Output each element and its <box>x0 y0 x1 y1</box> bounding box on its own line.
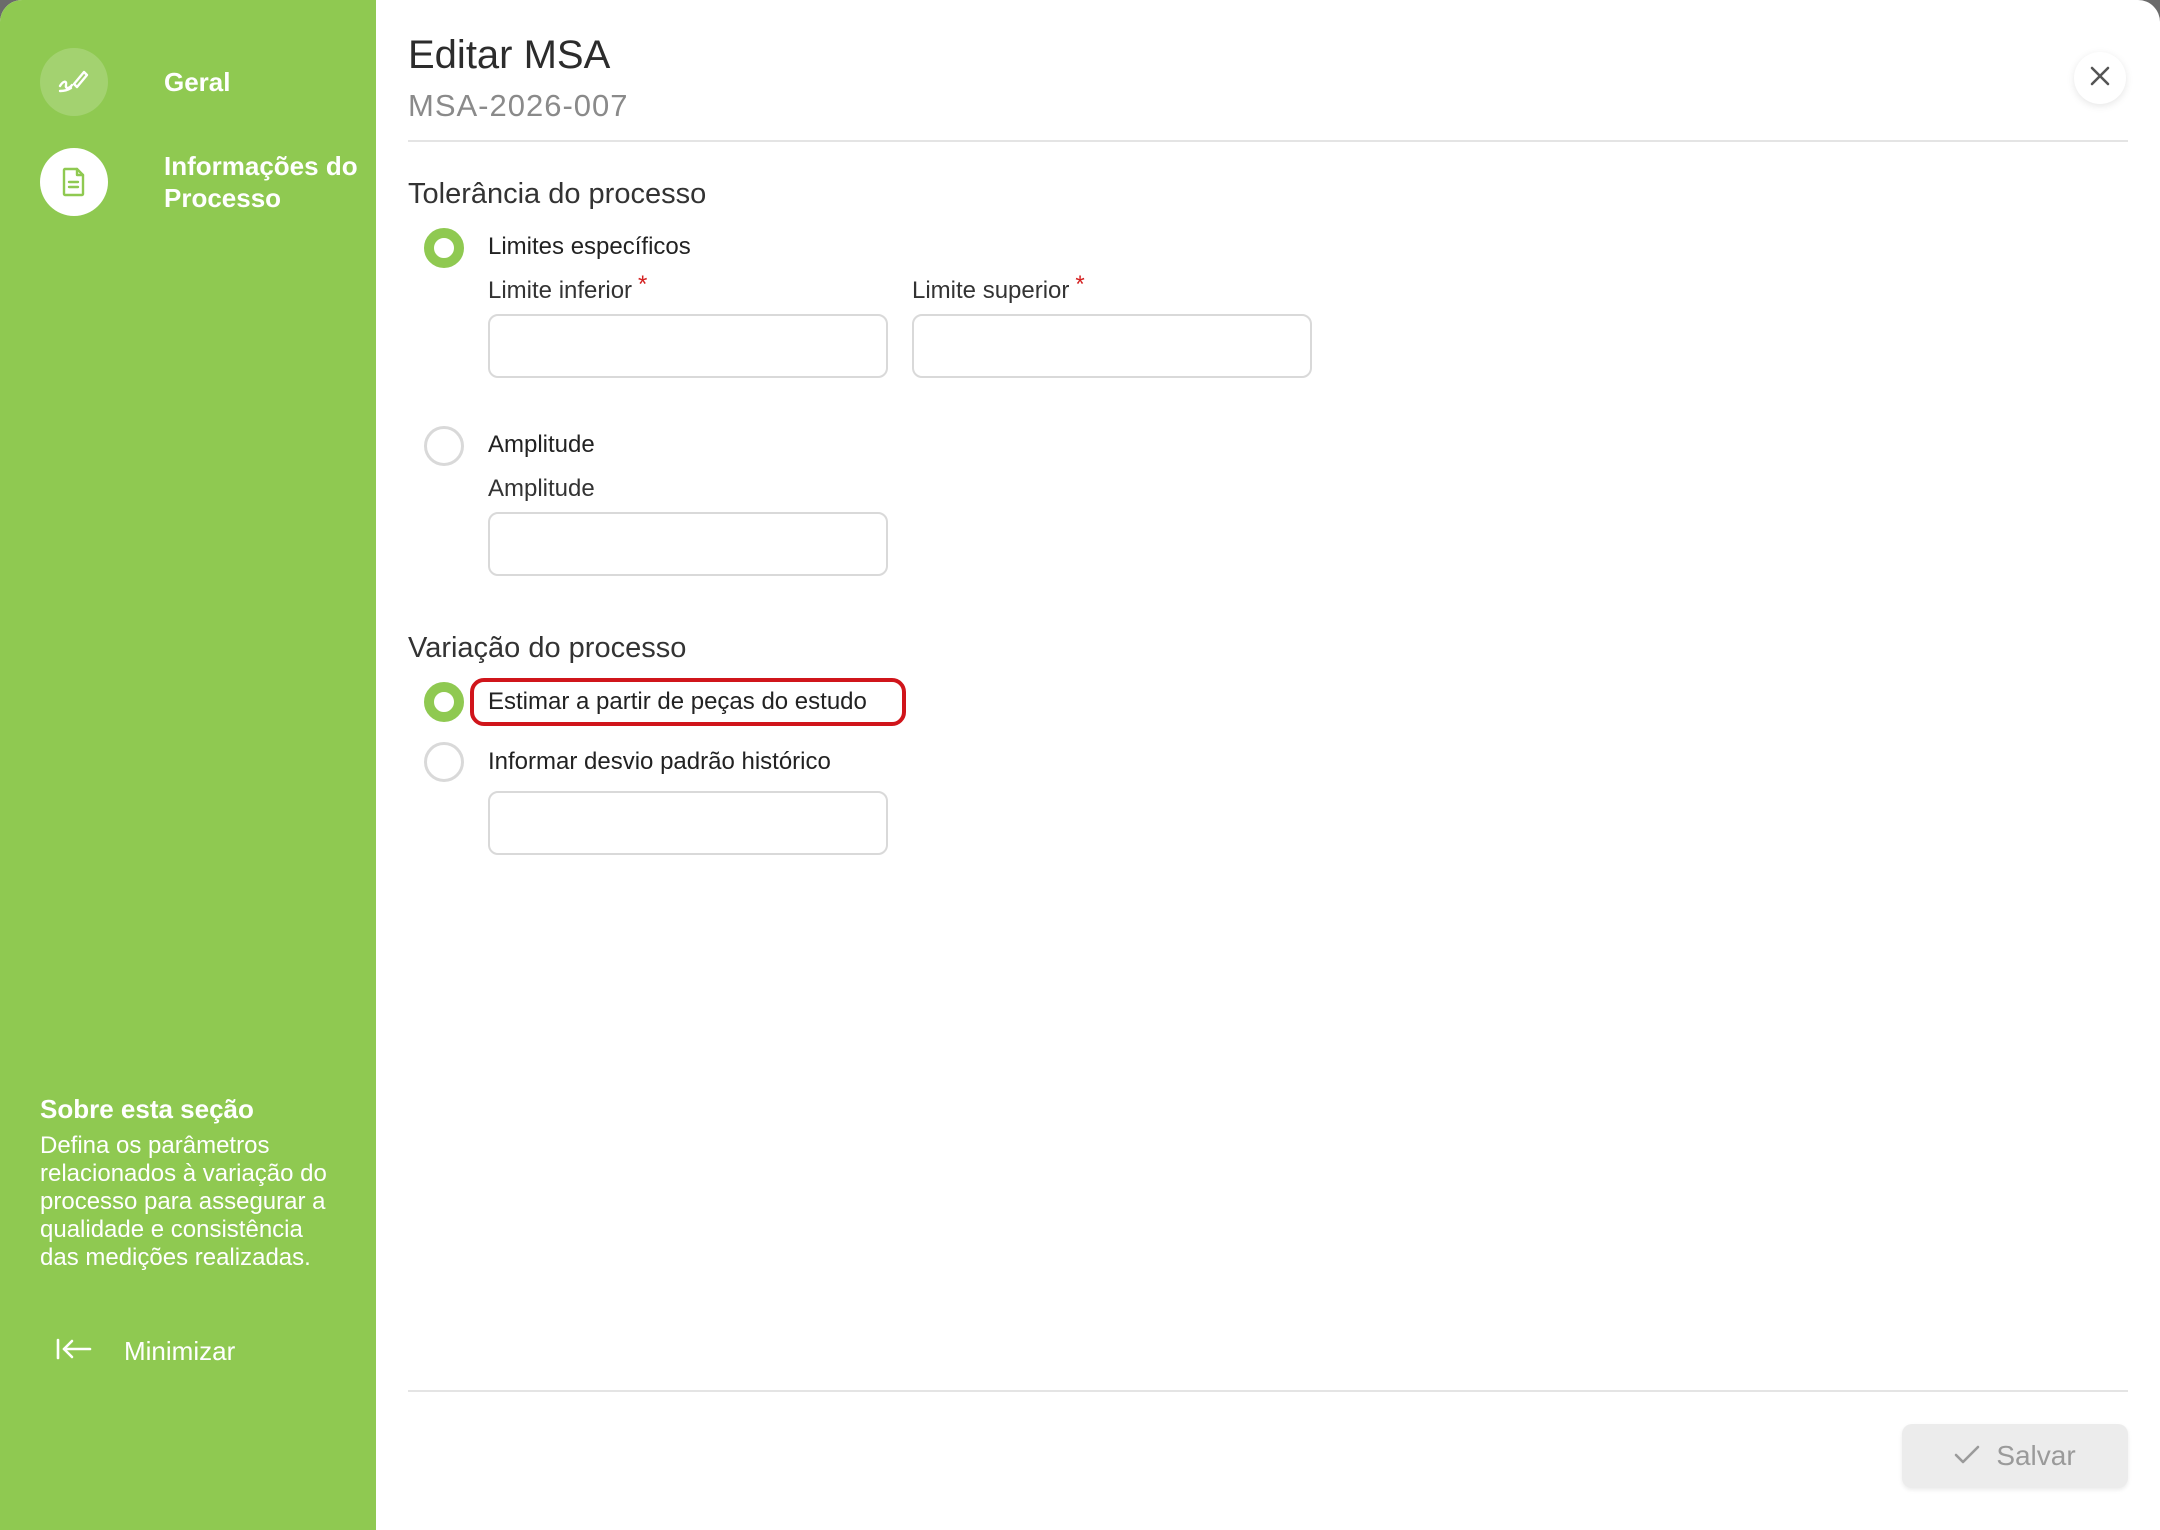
radio-historical-std-label: Informar desvio padrão histórico <box>488 748 831 775</box>
save-label: Salvar <box>1996 1440 2076 1471</box>
page-subtitle: MSA-2026-007 <box>408 88 629 123</box>
radio-amplitude-label: Amplitude <box>488 431 595 458</box>
upper-limit-label: Limite superior * <box>912 271 1085 307</box>
upper-limit-input[interactable] <box>912 314 1312 378</box>
lower-limit-input[interactable] <box>488 314 888 378</box>
save-button[interactable]: Salvar <box>1902 1424 2128 1488</box>
main-content: Editar MSA MSA-2026-007 Tolerância do pr… <box>376 0 2160 1530</box>
sidebar-item-informacoes-do-processo[interactable]: Informações do Processo <box>40 148 384 216</box>
about-text: Defina os parâmetros relacionados à vari… <box>40 1132 327 1271</box>
document-icon <box>40 148 108 216</box>
page-title: Editar MSA <box>408 33 611 77</box>
radio-specific-limits[interactable] <box>424 228 464 268</box>
about-section: Sobre esta seção Defina os parâmetros re… <box>40 1092 330 1272</box>
sidebar-item-label: Geral <box>164 67 231 97</box>
sidebar-item-label: Informações do Processo <box>164 151 358 213</box>
lower-limit-label-text: Limite inferior <box>488 277 633 304</box>
radio-estimate-from-parts[interactable] <box>424 682 464 722</box>
sidebar: Geral Informações do Processo Sobre esta… <box>0 0 376 1530</box>
sidebar-item-geral[interactable]: Geral <box>40 48 231 116</box>
footer-divider <box>408 1390 2128 1392</box>
lower-limit-label: Limite inferior * <box>488 271 647 307</box>
minimize-button[interactable]: Minimizar <box>56 1336 235 1367</box>
highlight-box <box>470 678 906 726</box>
close-icon <box>2089 65 2111 92</box>
about-title: Sobre esta seção <box>40 1094 254 1124</box>
radio-historical-std[interactable] <box>424 742 464 782</box>
check-icon <box>1954 1440 1980 1472</box>
amplitude-label: Amplitude <box>488 475 595 502</box>
signature-icon <box>40 48 108 116</box>
historical-std-input[interactable] <box>488 791 888 855</box>
radio-amplitude[interactable] <box>424 426 464 466</box>
amplitude-input[interactable] <box>488 512 888 576</box>
close-button[interactable] <box>2074 52 2126 104</box>
variation-section-title: Variação do processo <box>408 632 687 664</box>
edit-msa-dialog: Geral Informações do Processo Sobre esta… <box>0 0 2160 1530</box>
radio-specific-limits-label: Limites específicos <box>488 233 691 260</box>
minimize-label: Minimizar <box>124 1336 236 1366</box>
required-mark: * <box>638 271 648 298</box>
tolerance-section-title: Tolerância do processo <box>408 178 707 210</box>
required-mark: * <box>1075 271 1085 298</box>
upper-limit-label-text: Limite superior <box>912 277 1070 304</box>
header-divider <box>408 140 2128 142</box>
collapse-left-icon <box>56 1337 92 1366</box>
